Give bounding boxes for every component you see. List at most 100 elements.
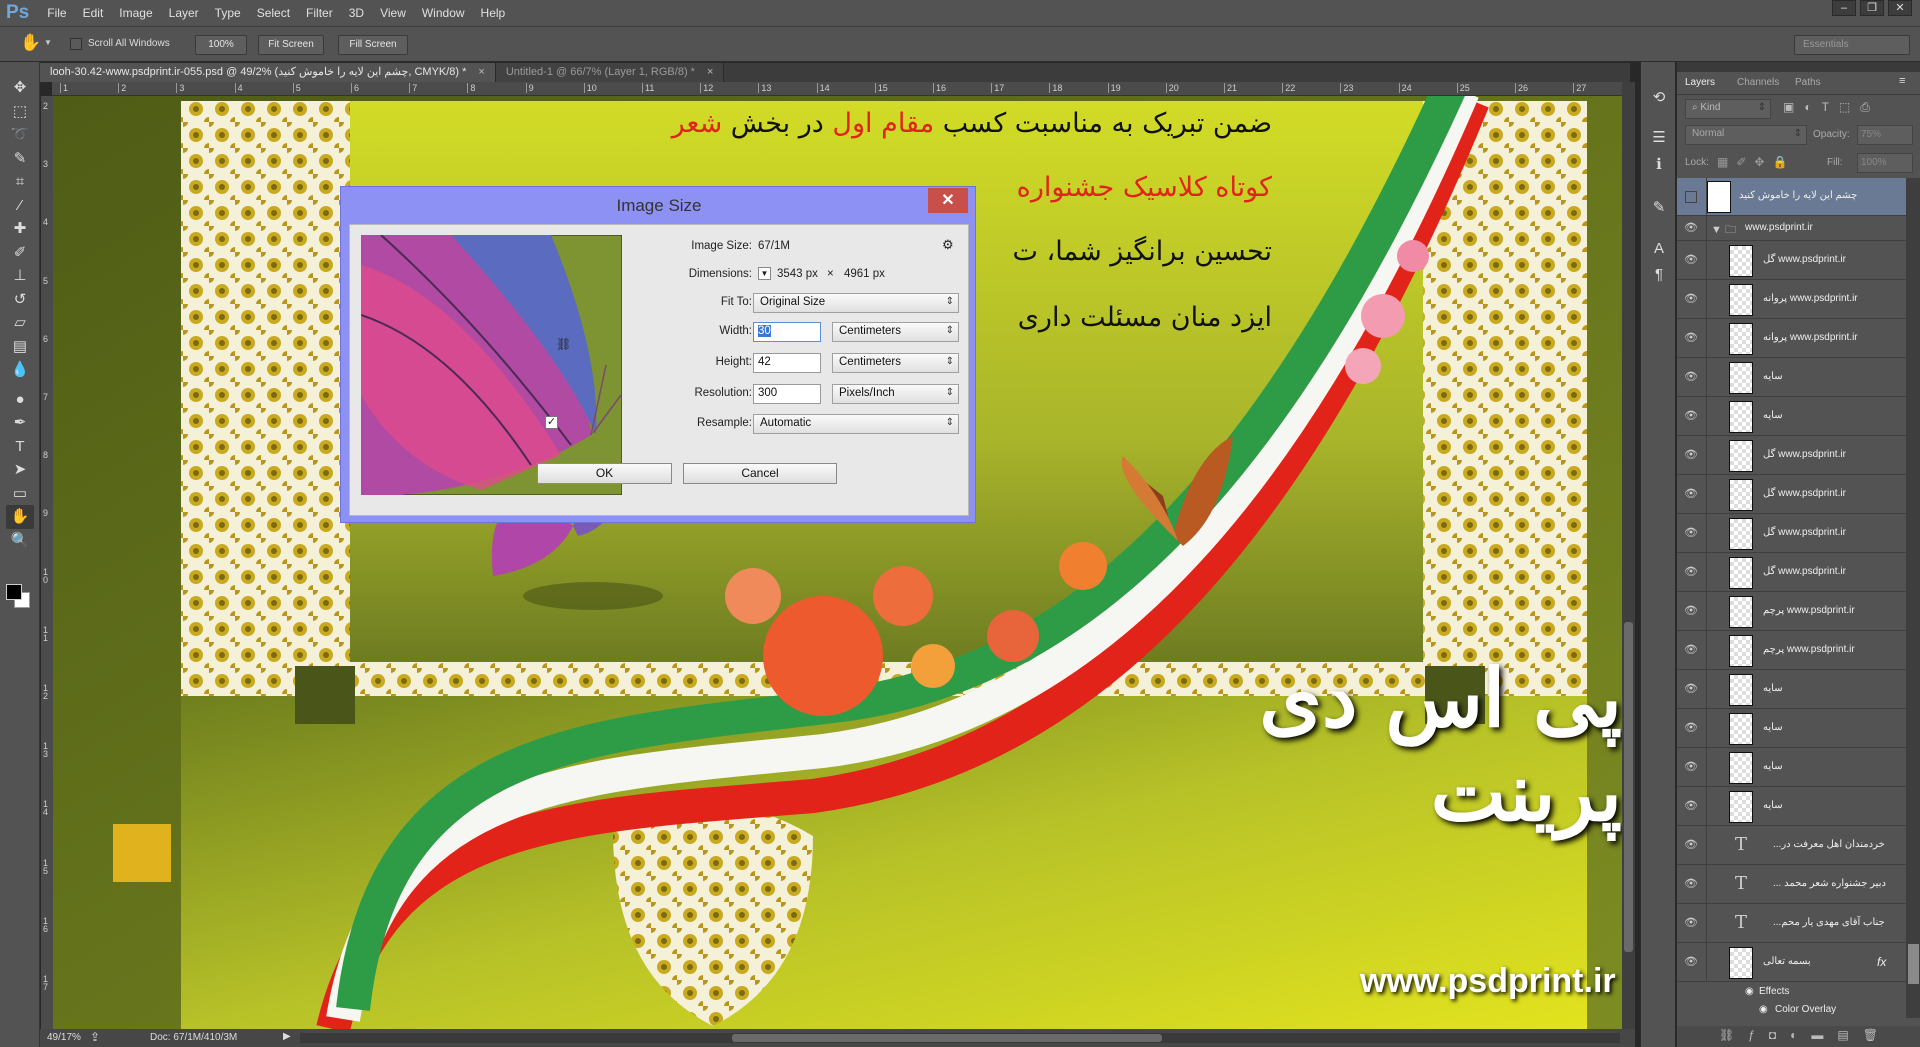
tab-looh-psd[interactable]: looh-30.42-www.psdprint.ir-055.psd @ 49/… [40,63,496,82]
effects-eye-icon[interactable]: ◉ [1745,986,1754,997]
type-tool-icon[interactable]: T [6,435,34,459]
layer-row[interactable]: 👁 سایه [1677,670,1906,709]
fill-input[interactable]: 100% [1857,153,1913,173]
dimensions-unit-dropdown[interactable]: ▼ [758,267,771,280]
visibility-eye-icon[interactable]: 👁 [1681,565,1701,578]
path-select-tool-icon[interactable]: ➤ [6,458,34,482]
filter-icons[interactable]: ▣◐T⬚⎙ [1783,100,1880,115]
width-unit-select[interactable]: Centimeters [832,322,959,342]
hand-tool-icon[interactable]: ✋ [6,505,34,529]
resolution-unit-select[interactable]: Pixels/Inch [832,384,959,404]
constrain-proportions-link-icon[interactable]: ⛓ [556,337,571,351]
dialog-close-button[interactable]: ✕ [928,188,968,213]
tab-channels[interactable]: Channels [1729,72,1787,94]
layer-row[interactable]: 👁 T ...جناب آقای مهدی یار محم [1677,904,1906,943]
layer-row[interactable]: 👁 پرچم www.psdprint.ir [1677,592,1906,631]
layer-row[interactable]: 👁 T ...خردمندان اهل معرفت در [1677,826,1906,865]
scroll-thumb[interactable] [732,1034,1162,1042]
visibility-eye-icon[interactable]: 👁 [1681,487,1701,500]
dodge-tool-icon[interactable]: ● [6,388,34,412]
horizontal-ruler[interactable]: 1 2 3 4 5 6 7 8 9 10 11 12 13 14 15 16 17 18 19 20 21 22 23 24 2… [52,82,1622,96]
menu-edit[interactable]: Edit [75,6,112,20]
foreground-color-swatch[interactable] [6,584,22,600]
visibility-eye-icon[interactable]: 👁 [1681,331,1701,344]
width-input[interactable]: 30 [753,322,821,342]
zoom-level[interactable]: 49/17% [47,1032,81,1043]
resample-checkbox[interactable]: ✓ [545,416,558,429]
brush-tool-icon[interactable]: ✐ [6,241,34,265]
layer-row[interactable]: 👁 سایه [1677,397,1906,436]
fit-to-select[interactable]: Original Size [753,293,959,313]
layer-row[interactable]: 👁 پروانه www.psdprint.ir [1677,319,1906,358]
pen-tool-icon[interactable]: ✒ [6,411,34,435]
visibility-eye-icon[interactable]: 👁 [1681,799,1701,812]
visibility-eye-icon[interactable]: 👁 [1681,604,1701,617]
visibility-eye-icon[interactable]: 👁 [1681,955,1701,968]
visibility-eye-icon[interactable]: 👁 [1681,721,1701,734]
layer-row[interactable]: 👁 سایه [1677,787,1906,826]
visibility-eye-icon[interactable]: 👁 [1681,409,1701,422]
scroll-all-windows-checkbox[interactable] [70,38,82,50]
gradient-tool-icon[interactable]: ▤ [6,335,34,359]
color-overlay-effect[interactable]: Color Overlay [1775,1004,1836,1015]
lasso-tool-icon[interactable]: ➰ [6,123,34,147]
visibility-eye-icon[interactable]: 👁 [1681,253,1701,266]
crop-tool-icon[interactable]: ⌗ [6,170,34,194]
layer-row[interactable]: 👁 گل www.psdprint.ir [1677,514,1906,553]
filter-kind-select[interactable]: ⌕ Kind [1685,99,1771,119]
move-tool-icon[interactable]: ✥ [6,76,34,100]
character-icon[interactable]: A [1648,238,1670,260]
vertical-scrollbar[interactable] [1622,82,1635,1029]
layer-row[interactable]: 👁 گل www.psdprint.ir [1677,475,1906,514]
menu-select[interactable]: Select [249,6,298,20]
menu-file[interactable]: File [39,6,74,20]
tab-paths[interactable]: Paths [1787,72,1829,94]
menu-image[interactable]: Image [111,6,160,20]
paragraph-icon[interactable]: ¶ [1648,264,1670,286]
fx-badge[interactable]: fx [1877,955,1886,969]
share-icon[interactable]: ⇪ [90,1030,100,1044]
close-tab-icon[interactable]: × [707,66,713,78]
adjustments-icon[interactable]: ☰ [1648,127,1670,149]
rectangle-tool-icon[interactable]: ▭ [6,482,34,506]
blur-tool-icon[interactable]: 💧 [6,358,34,382]
vertical-ruler[interactable]: 2 3 4 5 6 7 8 9 10 11 12 13 14 15 16 17 [41,96,53,1029]
marquee-tool-icon[interactable]: ⬚ [6,100,34,124]
layer-row[interactable]: 👁 سایه [1677,709,1906,748]
zoom-100-button[interactable]: 100% [195,35,247,55]
layer-row[interactable]: 👁 سایه [1677,748,1906,787]
height-input[interactable]: 42 [753,353,821,373]
layers-footer-icons[interactable]: ⛓ƒ◘◐▬▤🗑 [1677,1026,1920,1047]
layers-scrollbar[interactable] [1906,178,1920,1018]
ok-button[interactable]: OK [537,463,672,484]
history-icon[interactable]: ⟲ [1648,87,1670,109]
hand-icon[interactable]: ✋ [20,33,41,53]
layer-row[interactable]: 👁 T ... دبیر جشنواره شعر محمد [1677,865,1906,904]
visibility-eye-icon[interactable]: 👁 [1681,292,1701,305]
visibility-eye-icon[interactable]: 👁 [1681,877,1701,890]
menu-layer[interactable]: Layer [161,6,207,20]
stamp-tool-icon[interactable]: ⊥ [6,264,34,288]
menu-view[interactable]: View [372,6,414,20]
visibility-eye-icon[interactable]: 👁 [1681,526,1701,539]
color-overlay-eye-icon[interactable]: ◉ [1759,1004,1768,1015]
menu-window[interactable]: Window [414,6,473,20]
resample-select[interactable]: Automatic [753,414,959,434]
workspace-dropdown[interactable]: Essentials [1794,35,1910,55]
menu-type[interactable]: Type [207,6,249,20]
lock-icons[interactable]: ▦✐✥🔒 [1717,155,1795,169]
tab-untitled-1[interactable]: Untitled-1 @ 66/7% (Layer 1, RGB/8) * × [495,63,725,82]
cancel-button[interactable]: Cancel [683,463,837,484]
folder-icon[interactable]: ▼ 🗀 [1711,221,1736,240]
visibility-eye-icon[interactable]: 👁 [1681,916,1701,929]
height-unit-select[interactable]: Centimeters [832,353,959,373]
blend-mode-select[interactable]: Normal [1685,125,1807,145]
visibility-eye-icon[interactable]: 👁 [1681,448,1701,461]
layer-row[interactable]: چشم این لایه را خاموش کنید [1677,178,1906,216]
layer-row[interactable]: 👁 گل www.psdprint.ir [1677,436,1906,475]
layer-row[interactable]: 👁 پروانه www.psdprint.ir [1677,280,1906,319]
brush-presets-icon[interactable]: ✎ [1648,197,1670,219]
eraser-tool-icon[interactable]: ▱ [6,311,34,335]
menu-filter[interactable]: Filter [298,6,341,20]
layer-row[interactable]: 👁 گل www.psdprint.ir [1677,241,1906,280]
